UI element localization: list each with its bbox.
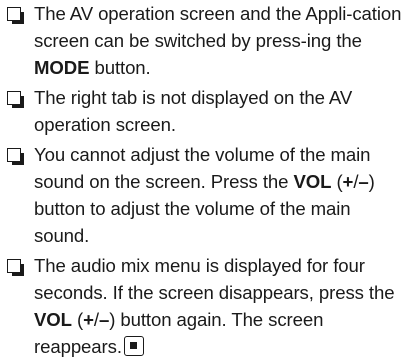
note-text: The AV operation screen and the Appli-ca… xyxy=(34,3,402,51)
note-checkbox-icon xyxy=(7,148,24,165)
note-item: The audio mix menu is displayed for four… xyxy=(0,252,407,360)
plus-symbol: + xyxy=(342,171,354,192)
note-text: The right tab is not displayed on the AV… xyxy=(34,87,353,135)
notes-list: The AV operation screen and the Appli-ca… xyxy=(0,0,407,360)
note-checkbox-icon xyxy=(7,259,24,276)
end-square-icon xyxy=(129,342,137,349)
vol-button-label: VOL xyxy=(293,171,332,192)
mode-button-label: MODE xyxy=(34,57,90,78)
minus-symbol: – xyxy=(358,171,369,192)
note-item: The right tab is not displayed on the AV… xyxy=(0,84,407,138)
vol-button-label: VOL xyxy=(34,309,72,330)
note-text: The audio mix menu is displayed for four… xyxy=(34,255,395,303)
note-text: ( xyxy=(71,309,84,330)
minus-symbol: – xyxy=(98,309,110,330)
note-text: button. xyxy=(89,57,151,78)
note-item: You cannot adjust the volume of the main… xyxy=(0,141,407,249)
end-of-section-icon xyxy=(123,336,144,356)
note-checkbox-icon xyxy=(7,91,24,108)
note-checkbox-icon xyxy=(7,7,24,24)
note-item: The AV operation screen and the Appli-ca… xyxy=(0,0,407,81)
plus-symbol: + xyxy=(83,309,94,330)
note-text: ( xyxy=(331,171,343,192)
